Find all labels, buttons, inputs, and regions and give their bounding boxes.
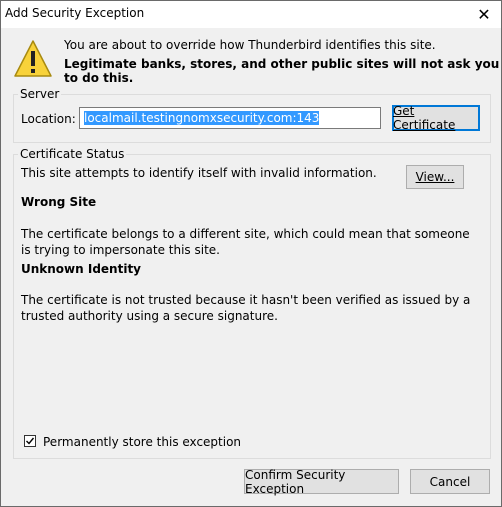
permanent-store-checkbox[interactable] xyxy=(24,435,36,447)
confirm-label: Confirm Security Exception xyxy=(245,467,346,496)
get-certificate-label: Get Certificate xyxy=(393,104,456,132)
close-button[interactable]: ✕ xyxy=(467,1,501,28)
close-icon: ✕ xyxy=(477,5,491,24)
warning-emphasis-text: Legitimate banks, stores, and other publ… xyxy=(64,57,500,85)
title-bar: Add Security Exception ✕ xyxy=(1,1,501,28)
confirm-security-exception-button[interactable]: Confirm Security Exception xyxy=(244,467,399,496)
wrong-site-description: The certificate belongs to a different s… xyxy=(21,227,470,257)
unknown-identity-heading: Unknown Identity xyxy=(21,262,142,276)
cancel-label: Cancel xyxy=(429,474,471,489)
location-value: localmail.testingnomxsecurity.com:143 xyxy=(84,111,320,125)
permanent-store-label[interactable]: Permanently store this exception xyxy=(43,435,241,449)
permanent-store-label-text: Permanently store this exception xyxy=(43,435,242,449)
certificate-status-legend: Certificate Status xyxy=(20,147,125,161)
add-security-exception-dialog: Add Security Exception ✕ You are about t… xyxy=(0,0,502,507)
checkmark-icon xyxy=(26,437,35,445)
location-input[interactable]: localmail.testingnomxsecurity.com:143 xyxy=(79,107,381,129)
warning-text: You are about to override how Thunderbir… xyxy=(64,38,436,52)
wrong-site-heading: Wrong Site xyxy=(21,195,97,209)
server-legend: Server xyxy=(20,87,60,101)
view-certificate-button[interactable]: View... xyxy=(406,165,464,189)
view-label: View... xyxy=(415,170,455,184)
location-label: Location: xyxy=(21,112,76,126)
get-certificate-button[interactable]: Get Certificate xyxy=(392,104,480,132)
cancel-button[interactable]: Cancel xyxy=(410,469,490,494)
window-title: Add Security Exception xyxy=(5,6,145,20)
unknown-identity-description: The certificate is not trusted because i… xyxy=(21,293,471,323)
warning-triangle-icon xyxy=(14,40,52,77)
